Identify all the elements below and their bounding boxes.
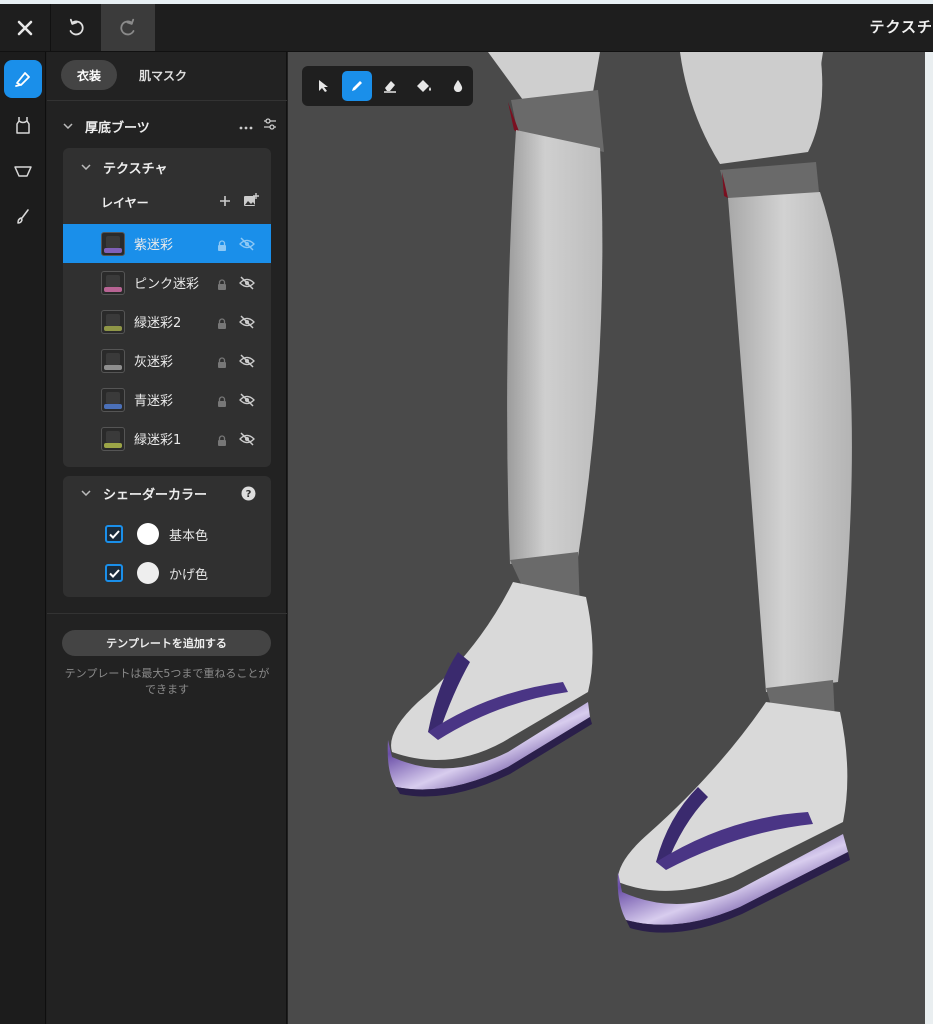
tab-skin-mask[interactable]: 肌マスク [123, 60, 203, 90]
check-icon [108, 568, 120, 578]
add-template-button[interactable]: テンプレートを追加する [62, 630, 271, 656]
close-icon [17, 20, 33, 35]
select-tool-button[interactable] [308, 71, 338, 101]
layer-label: レイヤー [101, 196, 149, 210]
panel-divider [47, 100, 287, 101]
undo-icon [69, 18, 84, 35]
lock-icon[interactable] [217, 315, 227, 334]
layer-row[interactable]: 紫迷彩 [63, 224, 271, 263]
svg-text:?: ? [246, 489, 252, 500]
brush-tool-button[interactable] [4, 60, 42, 98]
page-title: テクスチ [869, 18, 933, 36]
drop-icon [453, 80, 463, 92]
more-icon[interactable] [239, 119, 253, 134]
section-header[interactable]: 厚底ブーツ [63, 114, 277, 138]
select-arrow-icon [318, 80, 328, 92]
layer-row[interactable]: 緑迷彩1 [63, 419, 271, 458]
layer-row[interactable]: 緑迷彩2 [63, 302, 271, 341]
pen-icon [351, 81, 362, 91]
layer-row[interactable]: ピンク迷彩 [63, 263, 271, 302]
side-panel: 衣装 肌マスク 厚底ブーツ テクスチャ レイヤー 紫迷彩 ピンク迷彩 緑迷彩2 … [47, 52, 287, 1024]
dropper-tool-button[interactable] [443, 71, 473, 101]
texture-card: テクスチャ レイヤー 紫迷彩 ピンク迷彩 緑迷彩2 灰迷彩 青迷彩 緑迷彩1 [63, 148, 271, 467]
eye-off-icon[interactable] [239, 392, 255, 411]
texture-title: テクスチャ [103, 161, 168, 177]
redo-button[interactable] [101, 4, 155, 51]
eye-off-icon[interactable] [239, 275, 255, 294]
add-layer-icon[interactable] [219, 192, 231, 211]
shader-row-shadow: かげ色 [105, 561, 208, 585]
layer-name: ピンク迷彩 [134, 277, 200, 292]
shader-color-card: シェーダーカラー ? 基本色 かげ色 [63, 476, 271, 597]
left-icon-bar [0, 52, 46, 1024]
top-bar: テクスチ [0, 4, 933, 52]
lock-icon[interactable] [217, 237, 227, 256]
eye-off-icon[interactable] [239, 353, 255, 372]
shader-label: かげ色 [169, 567, 209, 583]
eye-off-icon[interactable] [239, 431, 255, 450]
shader-title: シェーダーカラー [103, 487, 208, 503]
paint-brush-icon [17, 209, 29, 224]
chevron-down-icon [63, 120, 75, 132]
shoe-sole-icon [14, 166, 32, 177]
eye-off-icon[interactable] [239, 314, 255, 333]
layer-name: 緑迷彩1 [134, 433, 182, 448]
shadow-color-checkbox[interactable] [105, 564, 123, 582]
shader-label: 基本色 [169, 528, 209, 544]
help-icon[interactable]: ? [241, 486, 256, 505]
lock-icon[interactable] [217, 393, 227, 412]
eraser-tool-button[interactable] [376, 71, 406, 101]
tank-top-icon [16, 117, 30, 134]
3d-viewport[interactable] [288, 52, 925, 1024]
chevron-down-icon [81, 487, 93, 499]
layer-name: 青迷彩 [134, 394, 174, 409]
layer-thumbnail [101, 232, 125, 256]
right-edge-strip [925, 52, 933, 1024]
clothing-button[interactable] [4, 106, 42, 144]
layer-name: 紫迷彩 [134, 238, 174, 253]
pen-tool-button[interactable] [341, 71, 372, 101]
section-title: 厚底ブーツ [85, 120, 150, 136]
redo-icon [120, 18, 135, 35]
fill-tool-button[interactable] [409, 71, 439, 101]
base-color-swatch[interactable] [137, 523, 159, 545]
template-note: テンプレートは最大5つまで重ねることができます [64, 667, 270, 696]
layer-name: 緑迷彩2 [134, 316, 182, 331]
settings-sliders-icon[interactable] [263, 117, 277, 135]
close-button[interactable] [0, 4, 50, 51]
undo-button[interactable] [50, 4, 100, 51]
layer-row[interactable]: 灰迷彩 [63, 341, 271, 380]
paint-button[interactable] [4, 198, 42, 236]
chevron-down-icon [81, 161, 93, 173]
lock-icon[interactable] [217, 354, 227, 373]
panel-divider [47, 613, 287, 614]
layer-name: 灰迷彩 [134, 355, 174, 370]
base-color-checkbox[interactable] [105, 525, 123, 543]
lock-icon[interactable] [217, 276, 227, 295]
eye-off-icon[interactable] [239, 236, 255, 255]
layer-thumbnail [101, 388, 125, 412]
shadow-color-swatch[interactable] [137, 562, 159, 584]
brush-tool-icon [15, 72, 30, 87]
lock-icon[interactable] [217, 432, 227, 451]
layer-thumbnail [101, 310, 125, 334]
fill-icon [417, 80, 432, 92]
layer-row[interactable]: 青迷彩 [63, 380, 271, 419]
paint-toolbox [302, 66, 473, 106]
layer-tools [219, 192, 259, 211]
add-image-icon[interactable] [243, 192, 259, 211]
avatar-legs-render [387, 52, 852, 933]
tab-costume[interactable]: 衣装 [61, 60, 118, 90]
shoes-button[interactable] [4, 152, 42, 190]
check-icon [108, 529, 120, 539]
texture-header[interactable]: テクスチャ [81, 156, 167, 178]
layer-thumbnail [101, 349, 125, 373]
panel-tabs: 衣装 肌マスク [61, 60, 203, 92]
shader-row-base: 基本色 [105, 522, 208, 546]
layer-thumbnail [101, 427, 125, 451]
eraser-icon [384, 81, 397, 93]
layer-thumbnail [101, 271, 125, 295]
shader-header[interactable]: シェーダーカラー [81, 482, 207, 504]
